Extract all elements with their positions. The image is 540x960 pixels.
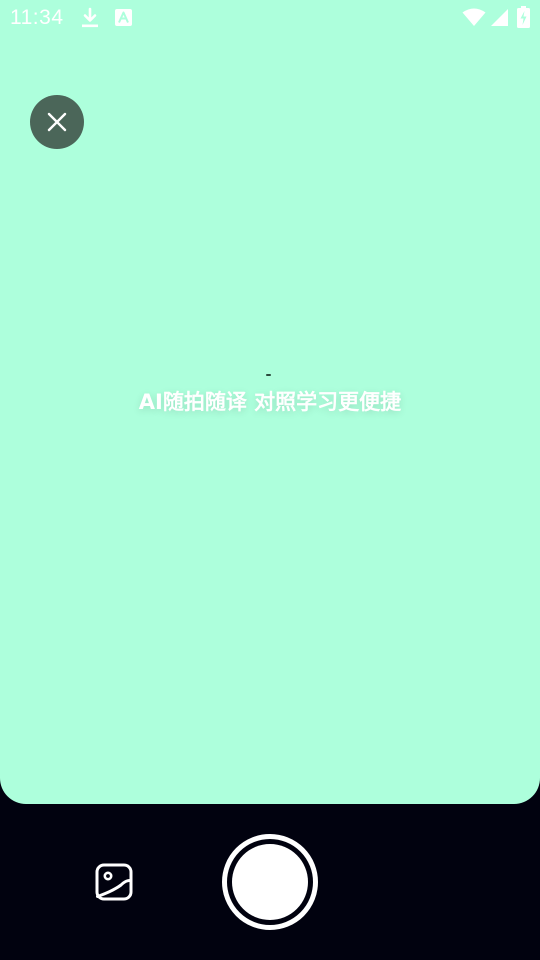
shutter-button-inner <box>232 844 308 920</box>
gallery-icon <box>95 863 133 901</box>
a-notification-icon <box>115 9 132 30</box>
download-icon <box>80 7 100 33</box>
camera-screen: 11:34 AI随拍随译 对照学习更便捷 <box>0 0 540 960</box>
battery-charging-icon <box>517 6 530 32</box>
wifi-icon <box>462 8 486 31</box>
shutter-button[interactable] <box>222 834 318 930</box>
focus-indicator <box>266 374 271 376</box>
status-bar: 11:34 <box>0 0 540 36</box>
close-icon <box>47 112 67 132</box>
signal-icon <box>489 8 509 31</box>
close-button[interactable] <box>30 95 84 149</box>
status-time: 11:34 <box>10 6 64 29</box>
gallery-button[interactable] <box>92 860 136 904</box>
camera-preview[interactable]: 11:34 AI随拍随译 对照学习更便捷 <box>0 0 540 804</box>
camera-hint-text: AI随拍随译 对照学习更便捷 <box>138 390 402 414</box>
